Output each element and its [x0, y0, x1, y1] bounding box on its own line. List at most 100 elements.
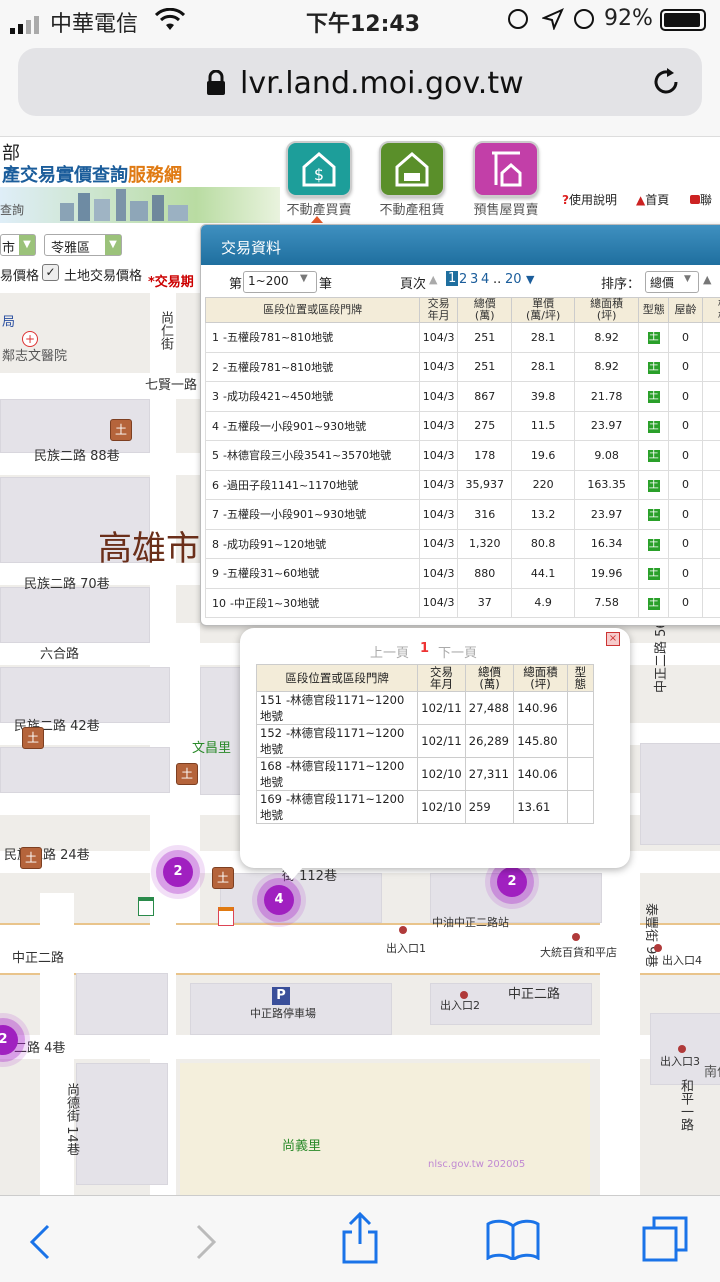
house-rent-icon — [379, 141, 445, 197]
help-link[interactable]: ?使用說明 — [562, 191, 617, 208]
row-number: 152 — [260, 726, 282, 740]
row-number: 5 — [212, 449, 219, 462]
page-20[interactable]: 20 — [505, 272, 522, 287]
table-row[interactable]: 152-林德官段1171~1200地號102/1126,289145.80 — [257, 725, 594, 758]
home-link[interactable]: ▲首頁 — [636, 191, 669, 208]
col-header[interactable]: 總面積 (坪) — [574, 298, 639, 323]
land-marker-icon[interactable]: 土 — [176, 763, 198, 785]
page-2[interactable]: 2 — [459, 272, 467, 287]
url-text: lvr.land.moi.gov.tw — [240, 66, 524, 101]
sort-select[interactable]: 總價 ▼ — [645, 271, 699, 293]
table-row[interactable]: 9-五權段31~60地號104/388044.119.96土0 — [206, 559, 720, 589]
cell-floor — [702, 411, 720, 441]
cell-total-price: 35,937 — [458, 470, 512, 500]
table-row[interactable]: 151-林德官段1171~1200地號102/1127,488140.96 — [257, 692, 594, 725]
address-text: -林德官段三小段3541~3570地號 — [223, 449, 391, 462]
forward-icon[interactable] — [190, 1222, 220, 1266]
street-label: 尚仁街 — [156, 311, 175, 350]
col-header[interactable]: 單價 (萬/坪) — [512, 298, 575, 323]
city-select[interactable]: 市 ▼ — [0, 234, 36, 256]
table-row[interactable]: 1-五權段781~810地號104/325128.18.92土0 — [206, 323, 720, 353]
cell-type: 土 — [639, 588, 669, 618]
nav-sale[interactable]: $ 不動產買賣 — [279, 139, 359, 219]
col-header[interactable]: 區段位置或區段門牌 — [206, 298, 420, 323]
share-icon[interactable] — [340, 1210, 380, 1268]
popup-next-page[interactable]: 下一頁 — [438, 642, 477, 661]
land-type-icon: 土 — [648, 450, 660, 462]
col-header[interactable]: 交易 年月 — [420, 298, 458, 323]
land-marker-icon[interactable]: 土 — [20, 847, 42, 869]
land-price-checkbox[interactable]: ✓ — [42, 264, 59, 281]
cell-floor — [702, 382, 720, 412]
page-next-icon[interactable]: ▼ — [526, 273, 534, 286]
cell-year-month: 104/3 — [420, 382, 458, 412]
cluster-marker[interactable]: 2 — [497, 867, 527, 897]
table-row[interactable]: 5-林德官段三小段3541~3570地號104/317819.69.08土0 — [206, 441, 720, 471]
sort-asc-icon[interactable]: ▲ — [703, 273, 711, 286]
page-3[interactable]: 3 — [470, 272, 478, 287]
district-select[interactable]: 苓雅區 ▼ — [44, 234, 122, 256]
cell-type: 土 — [639, 323, 669, 353]
option-price-label: 易價格 — [0, 265, 39, 284]
table-row[interactable]: 168-林德官段1171~1200地號102/1027,311140.06 — [257, 758, 594, 791]
table-header-row: 區段位置或區段門牌 交易 年月 總價 (萬) 總面積 (坪) 型 態 — [257, 665, 594, 692]
page-1[interactable]: 1 — [446, 271, 458, 286]
col-header[interactable]: 屋齡 — [669, 298, 703, 323]
location-arrow-icon — [542, 8, 564, 36]
cell-address: 152-林德官段1171~1200地號 — [257, 725, 418, 758]
place-label: 大統百貨和平店 — [540, 944, 617, 960]
table-row[interactable]: 2-五權段781~810地號104/325128.18.92土0 — [206, 352, 720, 382]
page-ellipsis: .. — [493, 272, 501, 287]
cell-unit-price: 220 — [512, 470, 575, 500]
query-tab[interactable]: 查詢 — [0, 201, 24, 218]
cell-area: 163.35 — [574, 470, 639, 500]
cluster-marker[interactable]: 4 — [264, 885, 294, 915]
cell-year-month: 104/3 — [420, 323, 458, 353]
battery-percent: 92% — [604, 6, 653, 31]
nav-rent[interactable]: 不動產租賃 — [372, 139, 452, 219]
table-row[interactable]: 7-五權段一小段901~930地號104/331613.223.97土0 — [206, 500, 720, 530]
cell-address: 2-五權段781~810地號 — [206, 352, 420, 382]
cell-age: 0 — [669, 323, 703, 353]
house-dollar-icon: $ — [286, 141, 352, 197]
table-row[interactable]: 6-過田子段1141~1170地號104/335,937220163.35土0 — [206, 470, 720, 500]
bookmarks-icon[interactable] — [486, 1218, 540, 1264]
table-row[interactable]: 3-成功段421~450地號104/386739.821.78土0 — [206, 382, 720, 412]
back-icon[interactable] — [26, 1222, 56, 1266]
land-marker-icon[interactable]: 土 — [212, 867, 234, 889]
cluster-marker[interactable]: 2 — [163, 857, 193, 887]
popup-close-icon[interactable]: × — [606, 632, 620, 646]
land-marker-icon[interactable]: 土 — [110, 419, 132, 441]
cell-address: 151-林德官段1171~1200地號 — [257, 692, 418, 725]
tabs-icon[interactable] — [640, 1214, 690, 1266]
col-header[interactable]: 樓 樓 — [702, 298, 720, 323]
nav-presale[interactable]: 預售屋買賣 — [466, 139, 546, 219]
page-4[interactable]: 4 — [481, 272, 489, 287]
table-row[interactable]: 10-中正段1~30地號104/3374.97.58土0 — [206, 588, 720, 618]
nav-presale-label: 預售屋買賣 — [466, 199, 546, 218]
popup-prev-page[interactable]: 上一頁 — [370, 642, 409, 661]
col-header[interactable]: 型態 — [639, 298, 669, 323]
alarm-icon — [574, 9, 594, 29]
col-header[interactable]: 總價 (萬) — [458, 298, 512, 323]
lock-icon — [206, 70, 226, 100]
cell-total-price: 867 — [458, 382, 512, 412]
page-prev-icon[interactable]: ▲ — [429, 273, 437, 286]
cell-year-month: 104/3 — [420, 559, 458, 589]
reload-icon[interactable] — [650, 66, 682, 102]
table-row[interactable]: 8-成功段91~120地號104/31,32080.816.34土0 — [206, 529, 720, 559]
street-label: 中正二路 — [508, 983, 560, 1002]
contact-link[interactable]: 聯 — [690, 191, 712, 208]
land-marker-icon[interactable]: 土 — [22, 727, 44, 749]
row-number: 1 — [212, 331, 219, 344]
row-number: 6 — [212, 479, 219, 492]
range-select[interactable]: 1~200 ▼ — [243, 271, 317, 293]
popup-pointer — [280, 866, 304, 880]
cell-type: 土 — [639, 529, 669, 559]
cell-address: 169-林德官段1171~1200地號 — [257, 791, 418, 824]
table-row[interactable]: 4-五權段一小段901~930地號104/327511.523.97土0 — [206, 411, 720, 441]
address-bar[interactable]: lvr.land.moi.gov.tw — [18, 48, 702, 116]
cell-type — [567, 725, 593, 758]
place-label: 出入口4 — [662, 952, 702, 968]
table-row[interactable]: 169-林德官段1171~1200地號102/1025913.61 — [257, 791, 594, 824]
